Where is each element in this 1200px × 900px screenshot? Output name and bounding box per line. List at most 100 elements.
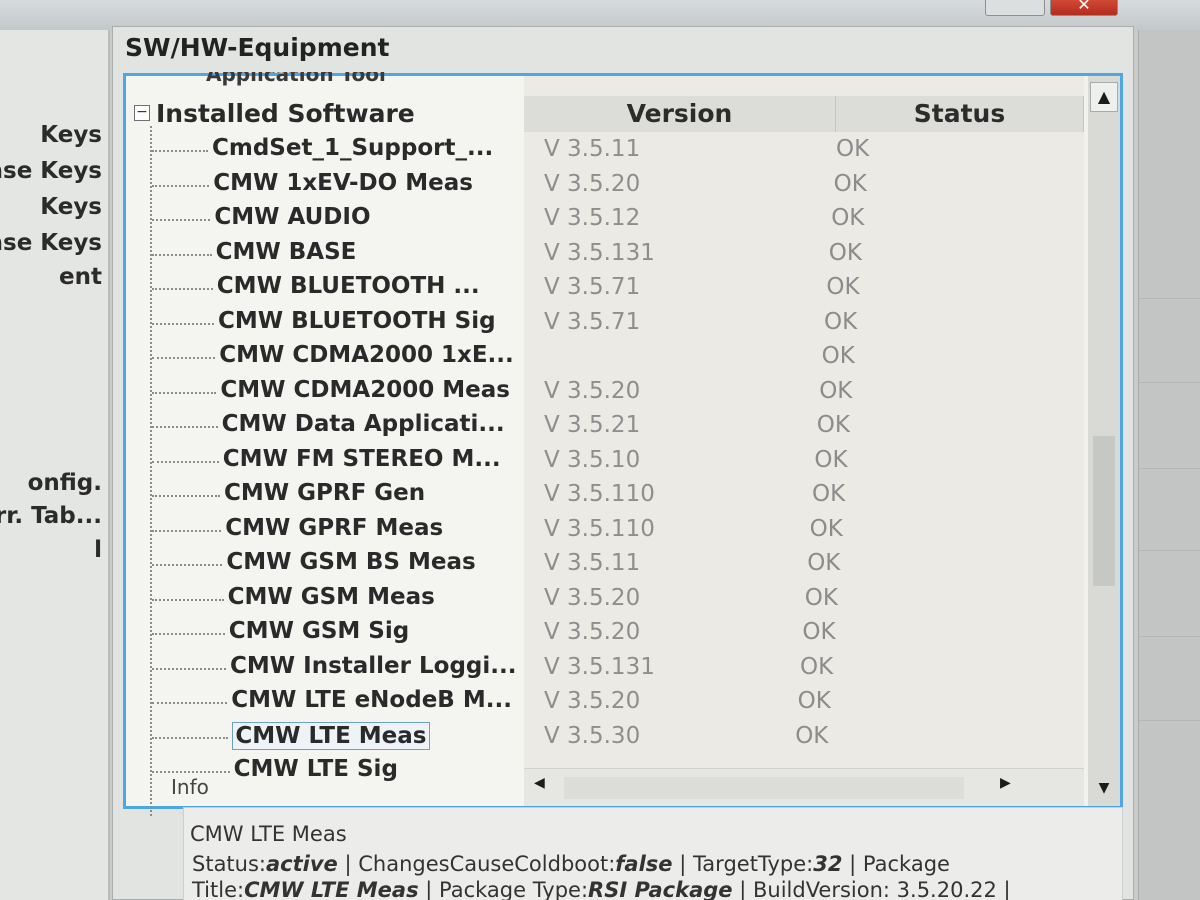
row-status: OK bbox=[821, 343, 855, 369]
table-row[interactable]: CmdSet_1_Support_... V 3.5.11 OK bbox=[126, 134, 1084, 168]
right-side-panel bbox=[1138, 30, 1200, 900]
row-name[interactable]: CMW GSM Sig bbox=[229, 618, 409, 644]
tree-connector bbox=[152, 150, 208, 152]
tree-connector bbox=[152, 564, 223, 566]
tree-connector bbox=[152, 253, 212, 256]
tree-group-installed-software[interactable]: − Installed Software bbox=[134, 96, 415, 130]
close-button[interactable]: ✕ bbox=[1050, 0, 1118, 16]
tree-connector bbox=[152, 771, 230, 773]
info-title: CMW LTE Meas bbox=[190, 822, 347, 846]
version-column-header[interactable]: Version bbox=[524, 96, 836, 132]
software-tree-grid: Application Tool − Installed Software Ve… bbox=[123, 72, 1123, 816]
row-status: OK bbox=[804, 584, 838, 611]
row-name[interactable]: CMW LTE eNodeB M... bbox=[231, 687, 512, 713]
partial-tree-item: Application Tool bbox=[206, 62, 386, 86]
row-name[interactable]: CMW GPRF Gen bbox=[224, 480, 425, 506]
scroll-down-icon[interactable]: ▼ bbox=[1090, 776, 1118, 800]
tree-connector bbox=[152, 288, 213, 290]
left-nav-panel: Keys nse Keys Keys nse Keys ent onfig. Corr. T… bbox=[0, 30, 110, 900]
row-version: V 3.5.20 bbox=[544, 170, 641, 197]
row-name[interactable]: CmdSet_1_Support_... bbox=[212, 135, 493, 161]
status-column-header[interactable]: Status bbox=[836, 96, 1084, 132]
row-name[interactable]: CMW AUDIO bbox=[214, 204, 370, 230]
group-label: Installed Software bbox=[156, 98, 415, 128]
row-version: V 3.5.110 bbox=[544, 515, 655, 542]
row-version: V 3.5.71 bbox=[544, 308, 641, 335]
table-row[interactable]: CMW GSM Meas V 3.5.20 OK bbox=[126, 583, 1084, 617]
row-status: OK bbox=[824, 308, 858, 335]
horizontal-scrollbar[interactable]: ◀ ▶ bbox=[524, 768, 1084, 806]
table-row[interactable]: CMW BLUETOOTH ... V 3.5.71 OK bbox=[126, 272, 1084, 306]
row-name[interactable]: CMW FM STEREO M... bbox=[223, 446, 501, 472]
row-name[interactable]: CMW CDMA2000 Meas bbox=[220, 377, 510, 403]
row-status: OK bbox=[831, 205, 865, 231]
row-version: V 3.5.20 bbox=[544, 619, 641, 645]
row-status: OK bbox=[795, 722, 829, 749]
left-nav-item[interactable]: onfig. bbox=[28, 470, 102, 496]
row-name[interactable]: CMW BASE bbox=[216, 239, 357, 265]
scroll-left-icon[interactable]: ◀ bbox=[534, 775, 545, 791]
row-name[interactable]: CMW GSM Meas bbox=[228, 584, 435, 610]
table-row[interactable]: CMW GSM BS Meas V 3.5.11 OK bbox=[126, 548, 1084, 582]
row-status: OK bbox=[819, 377, 853, 404]
scroll-right-icon[interactable]: ▶ bbox=[1000, 775, 1011, 791]
table-row[interactable]: CMW CDMA2000 1xE... OK bbox=[126, 341, 1084, 375]
table-row[interactable]: CMW LTE eNodeB M... V 3.5.20 OK bbox=[126, 686, 1084, 720]
info-panel: CMW LTE Meas Status:active | ChangesCaus… bbox=[183, 807, 1123, 900]
row-version: V 3.5.12 bbox=[544, 205, 641, 231]
row-status: OK bbox=[809, 515, 843, 542]
row-name[interactable]: CMW CDMA2000 1xE... bbox=[219, 342, 514, 368]
vertical-scroll-thumb[interactable] bbox=[1093, 436, 1115, 586]
tree-connector bbox=[152, 633, 225, 635]
tree-connector bbox=[152, 667, 226, 670]
table-row[interactable]: CMW GPRF Gen V 3.5.110 OK bbox=[126, 479, 1084, 513]
left-nav-item[interactable]: ent bbox=[59, 264, 102, 290]
table-row[interactable]: CMW Data Applicati... V 3.5.21 OK bbox=[126, 410, 1084, 444]
row-version: V 3.5.11 bbox=[544, 550, 641, 576]
horizontal-scroll-thumb[interactable] bbox=[564, 777, 964, 799]
tree-connector bbox=[152, 426, 218, 428]
row-name[interactable]: CMW BLUETOOTH Sig bbox=[218, 308, 496, 334]
table-row[interactable]: CMW AUDIO V 3.5.12 OK bbox=[126, 203, 1084, 237]
tree-connector bbox=[152, 391, 217, 394]
row-name[interactable]: CMW Installer Loggi... bbox=[230, 653, 516, 679]
left-nav-item[interactable]: Keys bbox=[40, 122, 102, 148]
vertical-scrollbar[interactable]: ▲ ▼ bbox=[1088, 76, 1120, 806]
row-version: V 3.5.21 bbox=[544, 412, 641, 438]
table-row[interactable]: CMW GSM Sig V 3.5.20 OK bbox=[126, 617, 1084, 651]
tree-connector bbox=[152, 495, 220, 497]
row-name[interactable]: CMW BLUETOOTH ... bbox=[217, 273, 480, 299]
collapse-icon[interactable]: − bbox=[134, 105, 150, 121]
row-name[interactable]: CMW LTE Meas bbox=[232, 721, 430, 750]
table-row[interactable]: CMW FM STEREO M... V 3.5.10 OK bbox=[126, 445, 1084, 479]
row-status: OK bbox=[807, 550, 841, 576]
row-name[interactable]: CMW 1xEV-DO Meas bbox=[213, 170, 473, 196]
row-version: V 3.5.131 bbox=[544, 239, 655, 266]
row-name[interactable]: CMW GSM BS Meas bbox=[226, 549, 475, 575]
dialog-title: SW/HW-Equipment bbox=[125, 33, 390, 62]
tree-connector bbox=[152, 460, 219, 463]
scroll-up-icon[interactable]: ▲ bbox=[1090, 82, 1118, 112]
left-nav-item[interactable]: Corr. Tab... bbox=[0, 503, 102, 529]
row-name[interactable]: CMW LTE Sig bbox=[234, 756, 398, 782]
table-row[interactable]: CMW 1xEV-DO Meas V 3.5.20 OK bbox=[126, 169, 1084, 203]
table-row[interactable]: CMW GPRF Meas V 3.5.110 OK bbox=[126, 514, 1084, 548]
row-name[interactable]: CMW Data Applicati... bbox=[222, 411, 505, 437]
row-version: V 3.5.10 bbox=[544, 446, 641, 473]
table-row[interactable]: CMW BLUETOOTH Sig V 3.5.71 OK bbox=[126, 307, 1084, 341]
row-version: V 3.5.20 bbox=[544, 377, 641, 404]
left-nav-item[interactable]: nse Keys bbox=[0, 158, 102, 184]
left-nav-item[interactable]: l bbox=[94, 537, 102, 563]
table-row[interactable]: CMW LTE Meas V 3.5.30 OK bbox=[126, 721, 1084, 755]
tree-connector bbox=[152, 529, 222, 532]
left-nav-item[interactable]: Keys bbox=[40, 194, 102, 220]
table-row[interactable]: CMW Installer Loggi... V 3.5.131 OK bbox=[126, 652, 1084, 686]
row-status: OK bbox=[800, 653, 834, 680]
table-row[interactable]: CMW CDMA2000 Meas V 3.5.20 OK bbox=[126, 376, 1084, 410]
table-row[interactable]: CMW BASE V 3.5.131 OK bbox=[126, 238, 1084, 272]
row-name[interactable]: CMW GPRF Meas bbox=[225, 515, 443, 541]
left-nav-item[interactable]: nse Keys bbox=[0, 230, 102, 256]
maximize-button[interactable] bbox=[985, 0, 1045, 16]
info-line-status: Status:active | ChangesCauseColdboot:fal… bbox=[192, 852, 950, 876]
tree-connector bbox=[152, 598, 224, 601]
